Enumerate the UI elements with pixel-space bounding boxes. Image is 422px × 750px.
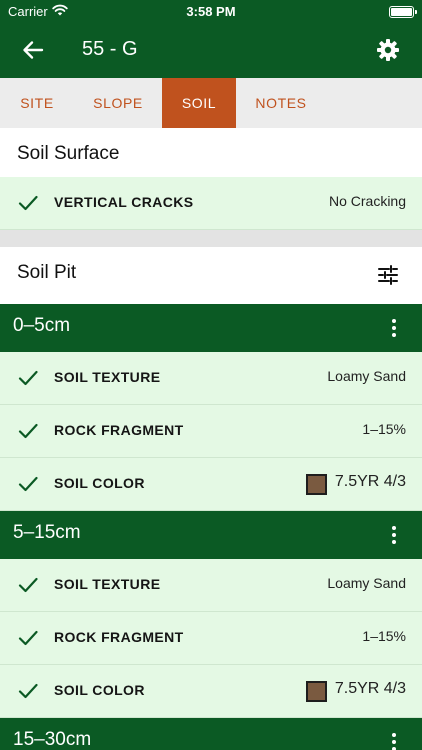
check-icon [18, 630, 38, 646]
row-label: ROCK FRAGMENT [54, 629, 184, 645]
check-icon [18, 195, 38, 211]
list-item[interactable]: SOIL TEXTURE Loamy Sand [0, 352, 422, 405]
check-icon [18, 423, 38, 439]
soil-pit-header: Soil Pit [0, 247, 422, 304]
layer-header[interactable]: 5–15cm [0, 511, 422, 559]
row-value: 1–15% [362, 421, 406, 437]
tab-soil[interactable]: SOIL [162, 78, 236, 128]
list-item[interactable]: ROCK FRAGMENT 1–15% [0, 405, 422, 458]
row-label: SOIL TEXTURE [54, 369, 161, 385]
clock: 3:58 PM [186, 4, 236, 19]
row-label: VERTICAL CRACKS [54, 194, 194, 210]
layer-header[interactable]: 0–5cm [0, 304, 422, 352]
tab-slope[interactable]: SLOPE [74, 78, 162, 128]
check-icon [18, 577, 38, 593]
row-value: Loamy Sand [327, 368, 406, 384]
section-title: Soil Pit [17, 262, 77, 283]
check-icon [18, 370, 38, 386]
row-label: SOIL TEXTURE [54, 576, 161, 592]
layer-header[interactable]: 15–30cm [0, 718, 422, 750]
arrow-left-icon[interactable] [22, 39, 44, 61]
page-title: 55 - G [82, 38, 138, 60]
row-value: 7.5YR 4/3 [334, 473, 406, 490]
tab-site[interactable]: SITE [0, 78, 74, 128]
section-divider [0, 230, 422, 247]
more-vertical-icon[interactable] [392, 319, 396, 337]
row-value: No Cracking [328, 193, 406, 209]
row-label: SOIL COLOR [54, 682, 145, 698]
status-bar: Carrier 3:58 PM [0, 0, 422, 24]
row-value: Loamy Sand [327, 575, 406, 591]
layer-depth: 5–15cm [13, 522, 81, 543]
layer-depth: 15–30cm [13, 729, 92, 750]
tab-bar: SITE SLOPE SOIL NOTES [0, 78, 422, 128]
list-item[interactable]: SOIL COLOR 7.5YR 4/3 [0, 458, 422, 511]
check-icon [18, 476, 38, 492]
list-item[interactable]: ROCK FRAGMENT 1–15% [0, 612, 422, 665]
gear-icon[interactable] [376, 38, 400, 62]
more-vertical-icon[interactable] [392, 733, 396, 750]
battery-icon [389, 6, 417, 18]
soil-surface-header: Soil Surface [0, 128, 422, 178]
check-icon [18, 683, 38, 699]
row-label: SOIL COLOR [54, 475, 145, 491]
sliders-icon[interactable] [377, 265, 399, 285]
row-label: ROCK FRAGMENT [54, 422, 184, 438]
nav-bar: 55 - G [0, 24, 422, 78]
color-swatch [306, 474, 327, 495]
color-swatch [306, 681, 327, 702]
tab-notes[interactable]: NOTES [236, 78, 326, 128]
row-value: 7.5YR 4/3 [334, 680, 406, 697]
list-item[interactable]: VERTICAL CRACKS No Cracking [0, 177, 422, 230]
list-item[interactable]: SOIL COLOR 7.5YR 4/3 [0, 665, 422, 718]
layer-depth: 0–5cm [13, 315, 71, 336]
row-value: 1–15% [362, 628, 406, 644]
more-vertical-icon[interactable] [392, 526, 396, 544]
list-item[interactable]: SOIL TEXTURE Loamy Sand [0, 559, 422, 612]
section-title: Soil Surface [17, 143, 120, 164]
